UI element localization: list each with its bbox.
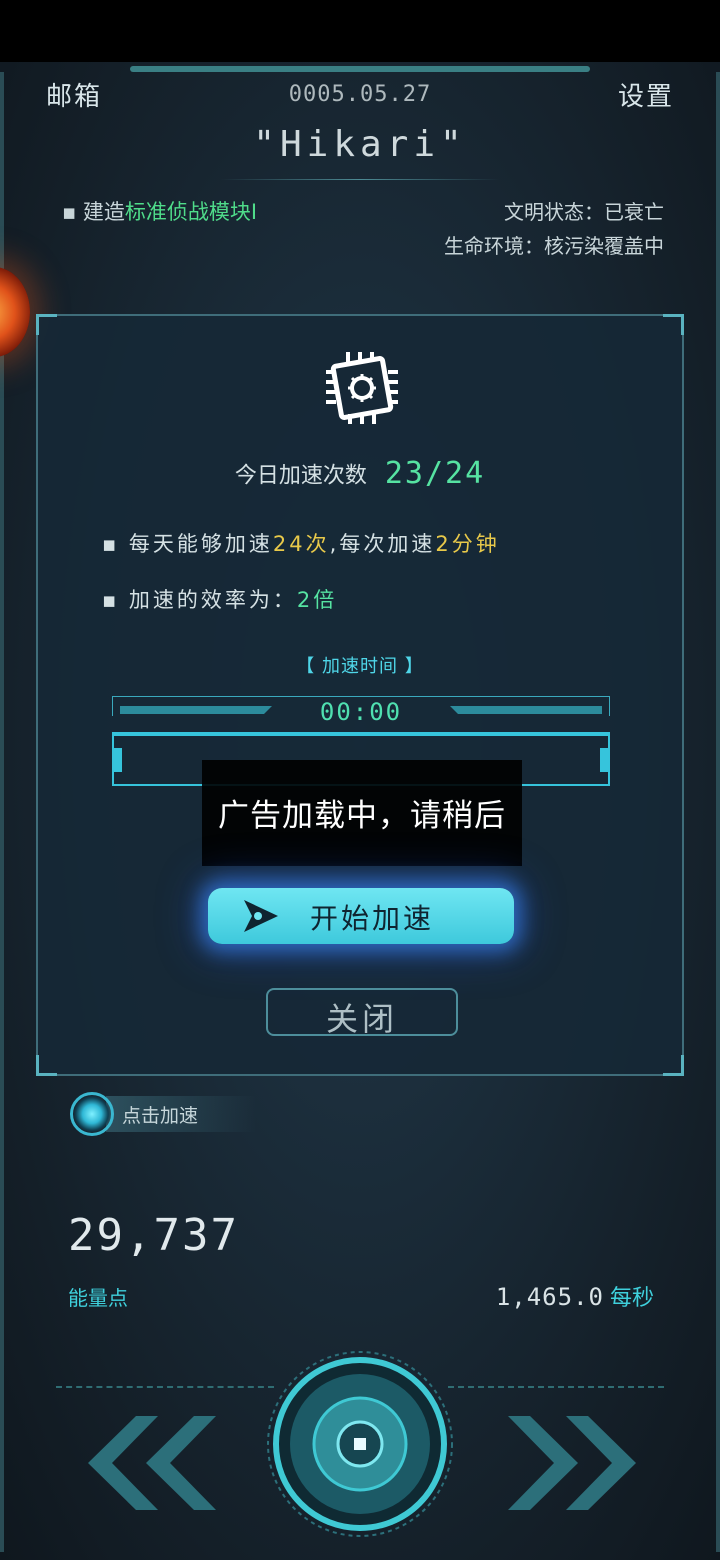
rule2-text-a: 加速的效率为： [128,588,297,612]
settings-button[interactable]: 设置 [618,76,674,113]
close-button[interactable]: 关闭 [266,988,458,1038]
target-ring-icon [70,1092,114,1136]
chip-icon [326,352,398,424]
count-value: 23/24 [384,456,486,491]
status-bar [0,0,720,62]
build-status: ▪ 建造标准侦战模块Ⅰ [62,200,258,224]
accelerate-dialog: 今日加速次数 23/24 ▪ 每天能够加速24次,每次加速2分钟 ▪ 加速的效率为… [36,314,684,1076]
start-accelerate-button[interactable]: 开始加速 [208,888,514,944]
corner-decoration [36,314,57,335]
title-divider [220,179,500,180]
right-frame-edge [716,72,720,1552]
civilization-status: 文明状态：已衰亡 [504,200,664,224]
environment-status: 生命环境：核污染覆盖中 [444,234,664,258]
daily-accel-count: 今日加速次数 23/24 [38,456,682,491]
corner-decoration [663,314,684,335]
ad-loading-text: 广告加载中，请稍后 [218,798,506,834]
double-chevron-left-icon[interactable] [66,1408,216,1518]
game-screen: 邮箱 0005.05.27 设置 "Hikari" ▪ 建造标准侦战模块Ⅰ 文明… [0,62,720,1560]
energy-rate-unit: 每秒 [609,1286,654,1311]
energy-points-value: 29,737 [68,1210,239,1261]
tap-accelerate-button[interactable]: 点击加速 [66,1088,256,1140]
tap-accelerate-label: 点击加速 [122,1105,199,1127]
rule1-text-c: ,每次加速 [329,532,436,556]
rule1-text-a: 每天能够加速 [128,532,273,556]
planet-name: "Hikari" [253,124,467,165]
play-icon [244,900,278,932]
energy-rate-value: 1,465.0 [495,1283,604,1311]
count-label: 今日加速次数 [234,463,367,489]
target-button-icon[interactable] [266,1350,454,1538]
timer-value: 00:00 [319,698,403,726]
rule2-multiplier: 2倍 [296,588,338,612]
rule1-duration: 2分钟 [435,532,500,556]
build-target: 标准侦战模块Ⅰ [124,200,258,224]
rule1-count: 24次 [272,532,330,556]
rule-efficiency: ▪ 加速的效率为：2倍 [102,588,338,612]
ad-loading-toast: 广告加载中，请稍后 [202,760,522,866]
start-accelerate-label: 开始加速 [310,902,435,935]
nav-divider-left [56,1386,274,1388]
corner-decoration [36,1055,57,1076]
timer-label: 【 加速时间 】 [296,656,424,677]
double-chevron-right-icon[interactable] [508,1408,658,1518]
rule-daily-limit: ▪ 每天能够加速24次,每次加速2分钟 [102,532,500,556]
nav-divider-right [448,1386,664,1388]
corner-decoration [663,1055,684,1076]
energy-points-label: 能量点 [68,1286,128,1310]
energy-rate: 1,465.0 每秒 [496,1280,654,1312]
top-frame-line [130,66,590,72]
close-label: 关闭 [325,1000,398,1038]
build-prefix: 建造 [82,200,125,224]
sun-graphic [0,267,30,357]
game-date: 0005.05.27 [288,82,432,107]
